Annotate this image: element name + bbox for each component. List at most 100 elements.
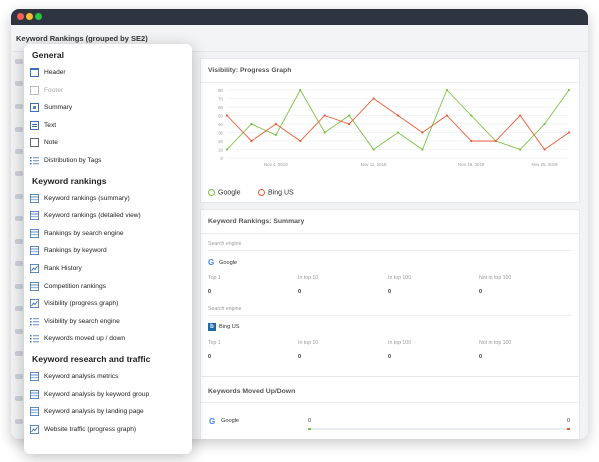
menu-item-label: Competition rankings (44, 282, 106, 290)
moved-up-bar (308, 428, 311, 430)
menu-item-summary[interactable]: Summary (30, 101, 188, 115)
menu-item-keyword-analysis-by-landing-page[interactable]: Keyword analysis by landing page (30, 405, 188, 419)
google-val-top10: 0 (298, 289, 302, 295)
data-point-bing-us (372, 97, 375, 100)
google-col-top1: Top 1 (208, 275, 221, 281)
visibility-panel-title: Visibility: Progress Graph (208, 67, 292, 74)
google-col-top10: In top 10 (298, 275, 319, 281)
menu-item-label: Rankings by search engine (44, 229, 124, 237)
header-icon (30, 68, 39, 77)
menu-section-title: Keyword rankings (32, 175, 107, 186)
menu-item-visibility-by-search-engine[interactable]: Visibility by search engine (30, 315, 188, 329)
bing-col-top10: In top 10 (298, 340, 319, 346)
menu-item-keyword-analysis-metrics[interactable]: Keyword analysis metrics (30, 370, 188, 384)
menu-item-keywords-moved-up-down[interactable]: Keywords moved up / down (30, 332, 188, 346)
data-point-google (421, 148, 424, 151)
google-val-not-top100: 0 (479, 289, 483, 295)
google-engine-name: Google (219, 260, 238, 266)
legend-bing-label: Bing US (268, 189, 294, 197)
chart-y-tick-label: 30 (218, 130, 223, 135)
menu-item-label: Note (44, 139, 58, 147)
menu-item-label: Text (44, 121, 57, 129)
menu-item-rank-history[interactable]: Rank History (30, 262, 188, 276)
menu-item-label: Footer (44, 86, 64, 94)
data-point-bing-us (396, 114, 400, 117)
menu-item-text[interactable]: Text (30, 119, 188, 133)
chart-y-tick-label: 50 (218, 113, 223, 118)
menu-item-competition-rankings[interactable]: Competition rankings (30, 280, 188, 294)
menu-item-footer[interactable]: Footer (30, 84, 188, 98)
data-point-google (323, 131, 326, 134)
visibility-panel: Visibility: Progress Graph 80 70 60 50 40 30 2… (200, 58, 580, 203)
bing-val-top100: 0 (388, 354, 392, 360)
legend-google-label: Google (218, 189, 241, 197)
menu-item-distribution-by-tags[interactable]: Distribution by Tags (30, 154, 188, 168)
menu-item-rankings-by-search-engine[interactable]: Rankings by search engine (30, 227, 188, 241)
menu-item-label: Header (44, 69, 66, 76)
search-engine-label: Search engine (208, 241, 242, 247)
line-chart-icon (30, 424, 39, 434)
document-title: Keyword Rankings (grouped by SE2) (16, 34, 148, 43)
google-icon: G (208, 258, 214, 266)
bing-icon: b (208, 323, 216, 331)
moved-google-right-value: 0 (567, 418, 571, 424)
google-col-not-top100: Not in top 100 (479, 275, 512, 281)
data-point-bing-us (250, 139, 253, 143)
menu-item-keyword-rankings-detailed-view[interactable]: Keyword rankings (detailed view) (30, 209, 188, 223)
menu-item-label: Rank History (44, 265, 82, 272)
chart-y-tick-label: 70 (218, 96, 223, 101)
maximize-window-dot[interactable] (35, 13, 42, 20)
data-point-bing-us (421, 131, 424, 134)
menu-item-label: Keyword rankings (detailed view) (44, 212, 141, 220)
menu-item-rankings-by-keyword[interactable]: Rankings by keyword (30, 244, 188, 258)
data-point-bing-us (494, 139, 497, 143)
data-point-google (543, 122, 546, 126)
google-legend-marker (208, 189, 215, 196)
bing-legend-marker (258, 189, 265, 196)
search-engine-label-2: Search engine (208, 306, 242, 312)
list-icon (30, 157, 39, 165)
data-point-bing-us (348, 122, 351, 126)
bing-engine-name: Bing US (219, 324, 240, 330)
data-point-bing-us (323, 114, 326, 117)
report-element-menu: General Header Footer Summary Text Note Distri… (24, 44, 192, 454)
data-point-google (470, 114, 473, 117)
data-point-bing-us (567, 131, 571, 134)
moved-progress-track (308, 428, 570, 430)
minimize-window-dot[interactable] (26, 13, 33, 20)
note-icon (30, 138, 39, 148)
menu-item-website-traffic-progress-graph[interactable]: Website traffic (progress graph) (30, 423, 188, 437)
menu-item-header[interactable]: Header (30, 66, 188, 80)
data-point-bing-us (225, 114, 229, 117)
menu-item-keyword-rankings-summary[interactable]: Keyword rankings (summary) (30, 192, 188, 206)
close-window-dot[interactable] (17, 13, 24, 20)
data-point-google (225, 148, 229, 151)
data-point-google (348, 114, 351, 117)
menu-item-label: Keyword analysis metrics (44, 373, 119, 380)
list-icon (30, 335, 39, 343)
chart-x-tick-label: Nov 18, 2019 (458, 162, 485, 167)
table-icon (30, 389, 39, 399)
chart-y-tick-label: 0 (221, 156, 224, 161)
data-point-google (274, 133, 277, 137)
menu-section-title: Keyword research and traffic (32, 354, 151, 364)
data-point-google (372, 148, 375, 151)
bing-val-not-top100: 0 (479, 354, 483, 360)
chart-x-tick-label: Nov 4, 2019 (264, 162, 288, 167)
chart-y-tick-label: 60 (218, 105, 223, 110)
footer-icon (30, 85, 39, 95)
summary-panel-title: Keyword Rankings: Summary (208, 218, 305, 225)
legend-bing[interactable]: Bing US (258, 189, 294, 196)
moved-google-left-value: 0 (308, 418, 312, 424)
menu-item-note[interactable]: Note (30, 136, 188, 150)
table-icon (30, 372, 39, 381)
menu-item-label: Keywords moved up / down (44, 335, 125, 343)
menu-item-keyword-analysis-by-keyword-group[interactable]: Keyword analysis by keyword group (30, 388, 188, 402)
legend-google[interactable]: Google (208, 189, 241, 196)
menu-item-label: Distribution by Tags (44, 157, 102, 164)
menu-item-label: Keyword analysis by landing page (44, 408, 144, 416)
data-point-bing-us (299, 139, 302, 143)
list-icon (30, 317, 39, 326)
menu-item-visibility-progress-graph[interactable]: Visibility (progress graph) (30, 297, 188, 311)
chart-x-tick-label: Nov 11, 2019 (361, 162, 387, 167)
